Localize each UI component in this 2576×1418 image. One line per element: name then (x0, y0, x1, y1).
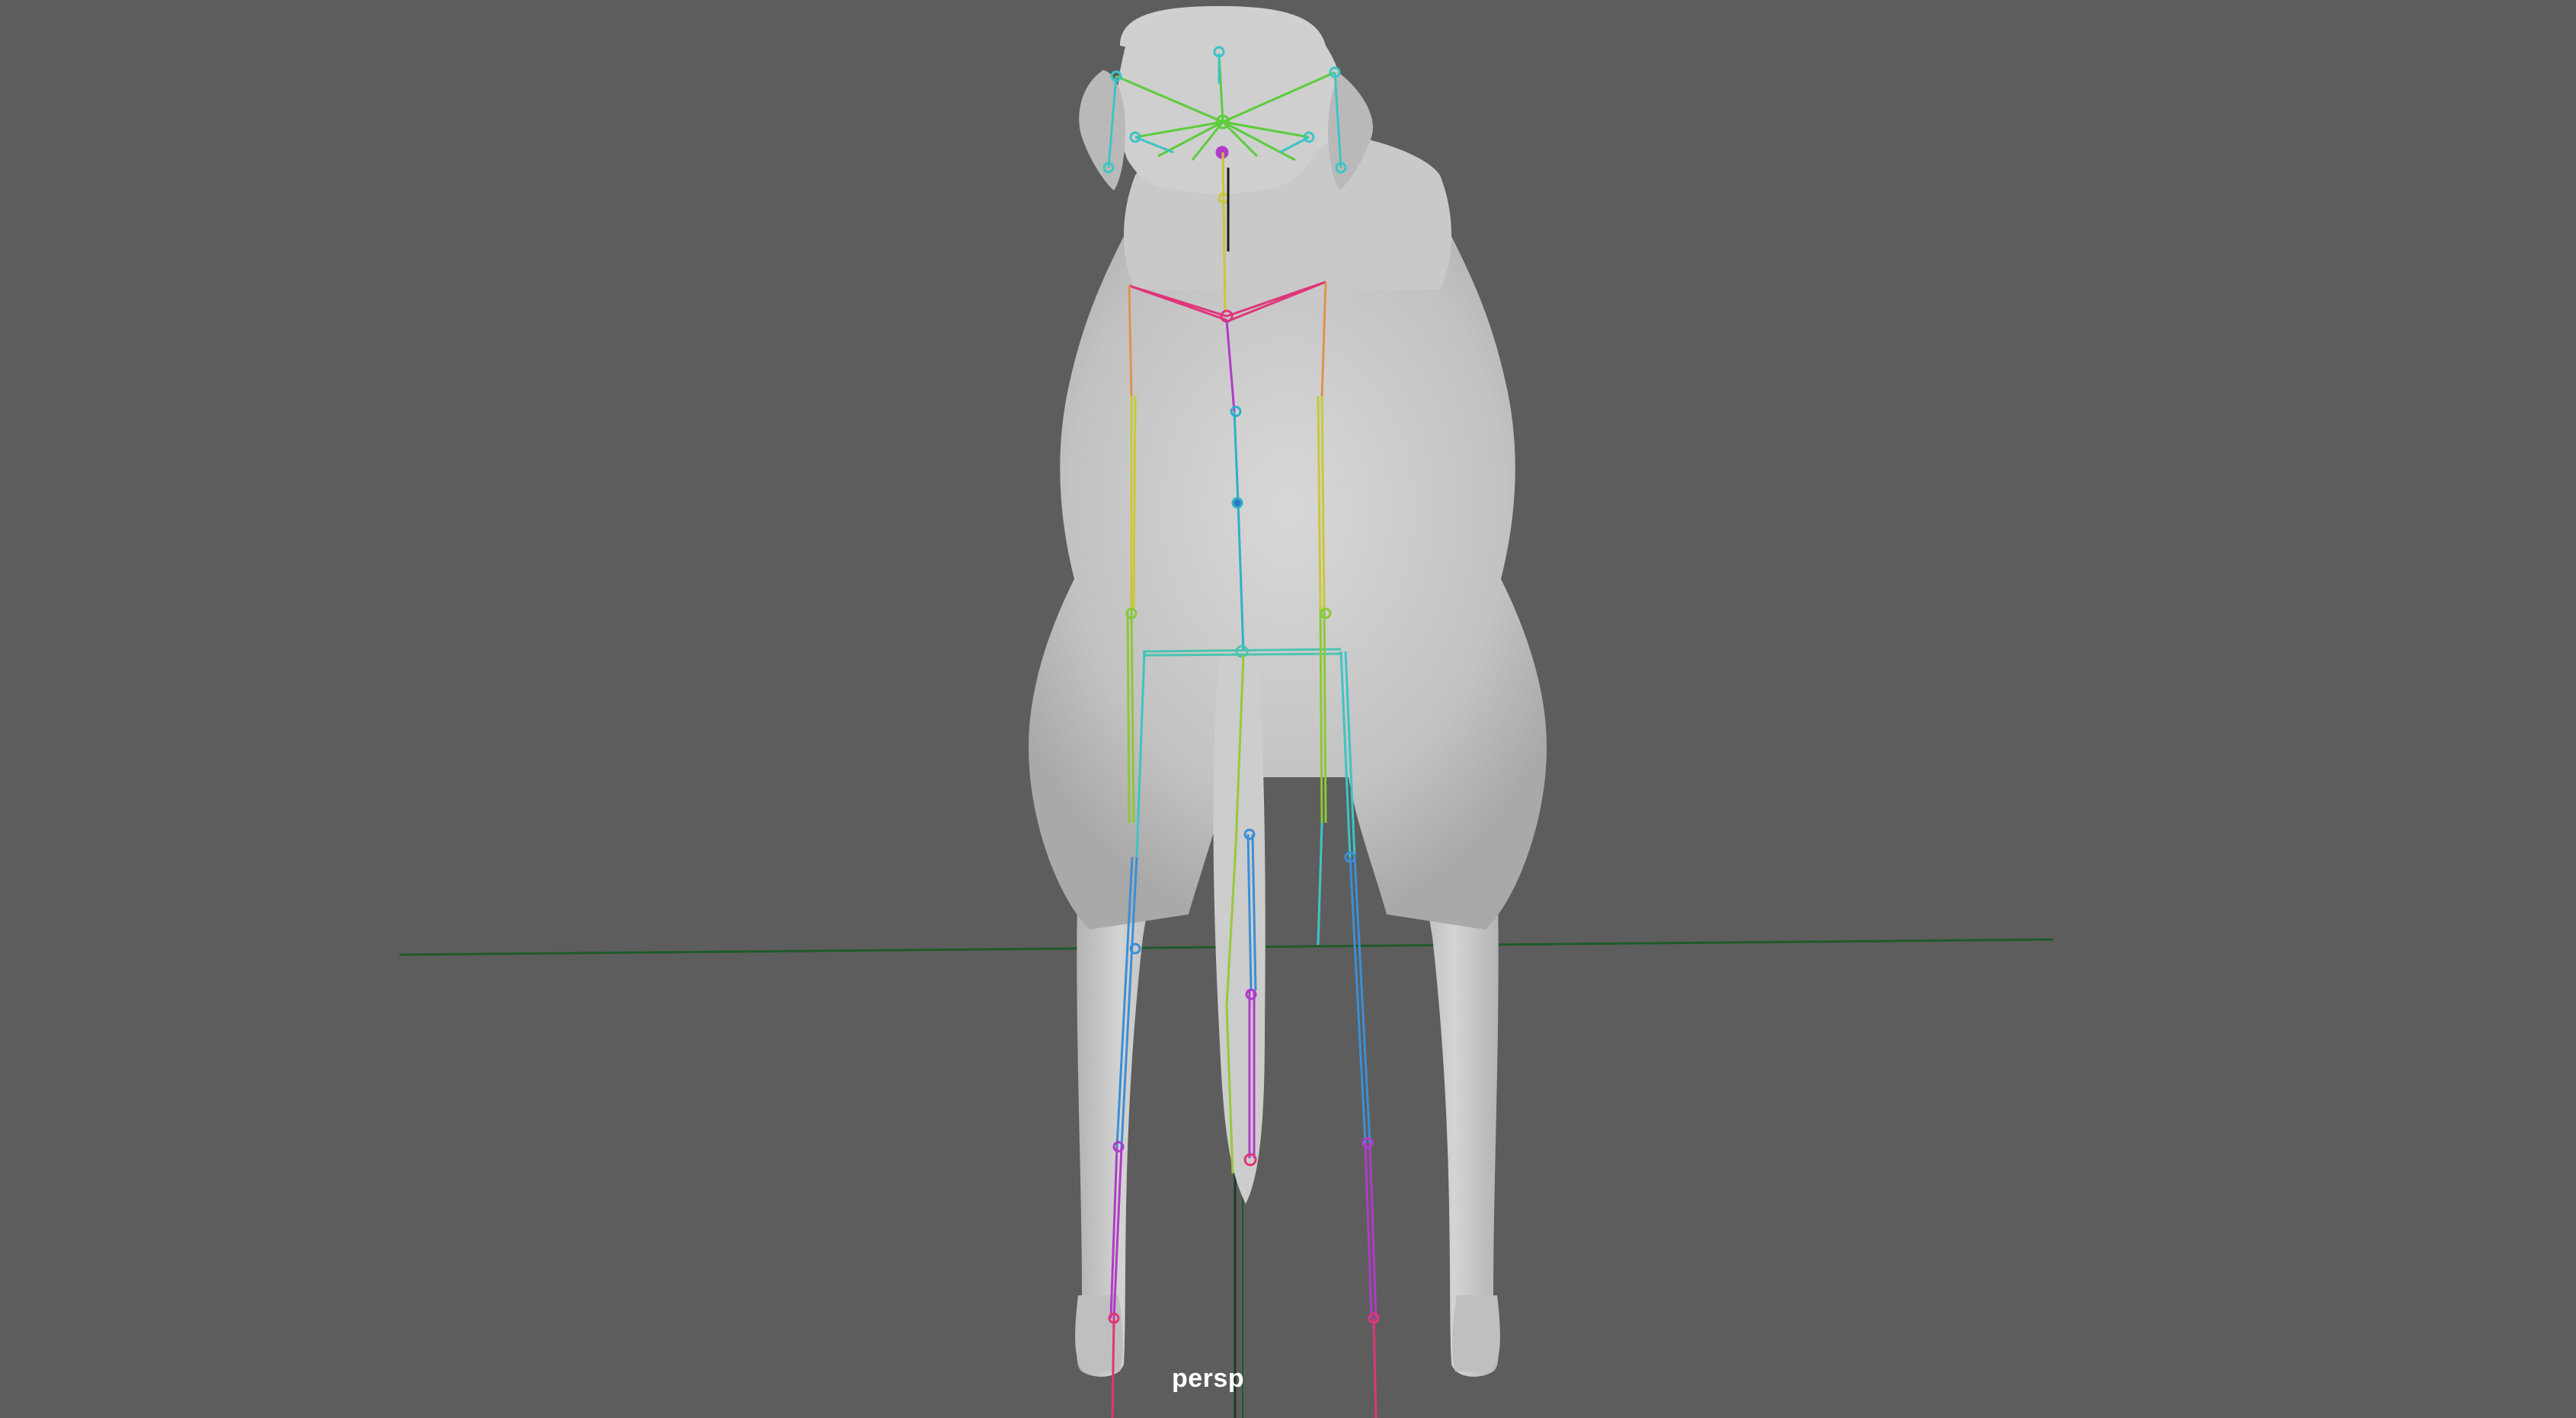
dog-mesh[interactable] (1029, 6, 1547, 1377)
viewport-panel[interactable]: persp (0, 0, 2576, 1418)
camera-label: persp (1172, 1364, 1245, 1393)
scene-canvas[interactable] (0, 0, 2576, 1418)
